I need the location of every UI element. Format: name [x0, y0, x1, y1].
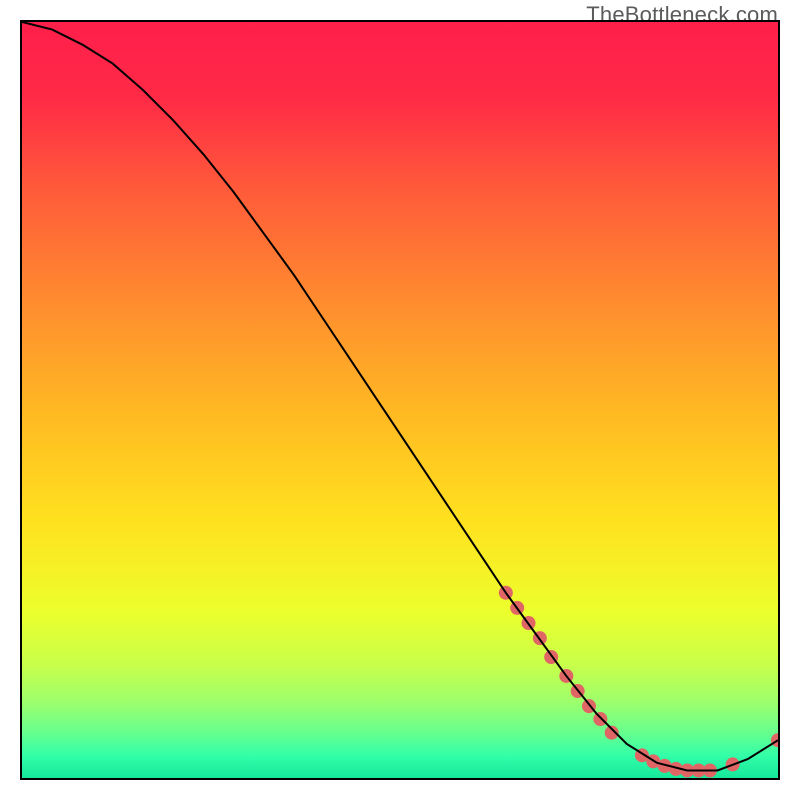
plot-area: [20, 20, 780, 780]
highlight-dot: [593, 712, 607, 726]
chart-container: TheBottleneck.com: [0, 0, 800, 800]
curve-layer: [22, 22, 778, 778]
highlight-markers: [499, 586, 778, 778]
bottleneck-curve: [22, 22, 778, 770]
